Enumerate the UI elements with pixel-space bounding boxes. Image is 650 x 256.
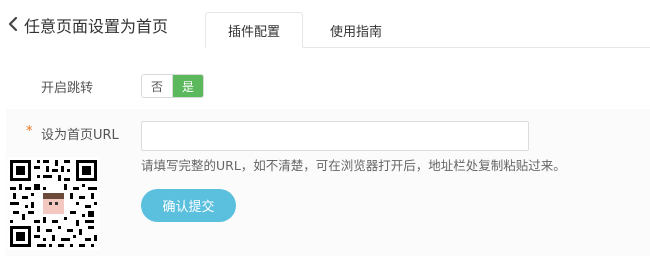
- required-marker: *: [26, 124, 33, 139]
- redirect-toggle[interactable]: 否 是: [141, 74, 204, 98]
- submit-button[interactable]: 确认提交: [141, 189, 236, 222]
- homepage-url-input[interactable]: [141, 121, 529, 151]
- back-button[interactable]: [6, 14, 20, 34]
- page-title: 任意页面设置为首页: [24, 17, 169, 36]
- header: 任意页面设置为首页 插件配置 使用指南: [0, 0, 650, 48]
- qr-code-icon: [7, 157, 100, 250]
- plugin-settings-page: 任意页面设置为首页 插件配置 使用指南 开启跳转 否 是 * 设为首页URL 请…: [0, 0, 650, 256]
- url-hint: 请填写完整的URL，如不清楚，可在浏览器打开后，地址栏处复制粘贴过来。: [141, 158, 566, 173]
- chevron-left-icon: [8, 16, 18, 32]
- redirect-option-yes[interactable]: 是: [173, 75, 203, 97]
- redirect-option-no[interactable]: 否: [142, 75, 173, 97]
- redirect-label: 开启跳转: [41, 81, 94, 96]
- tab-plugin-config[interactable]: 插件配置: [205, 12, 303, 48]
- tab-usage-guide[interactable]: 使用指南: [318, 12, 394, 48]
- homepage-url-label: 设为首页URL: [41, 128, 119, 143]
